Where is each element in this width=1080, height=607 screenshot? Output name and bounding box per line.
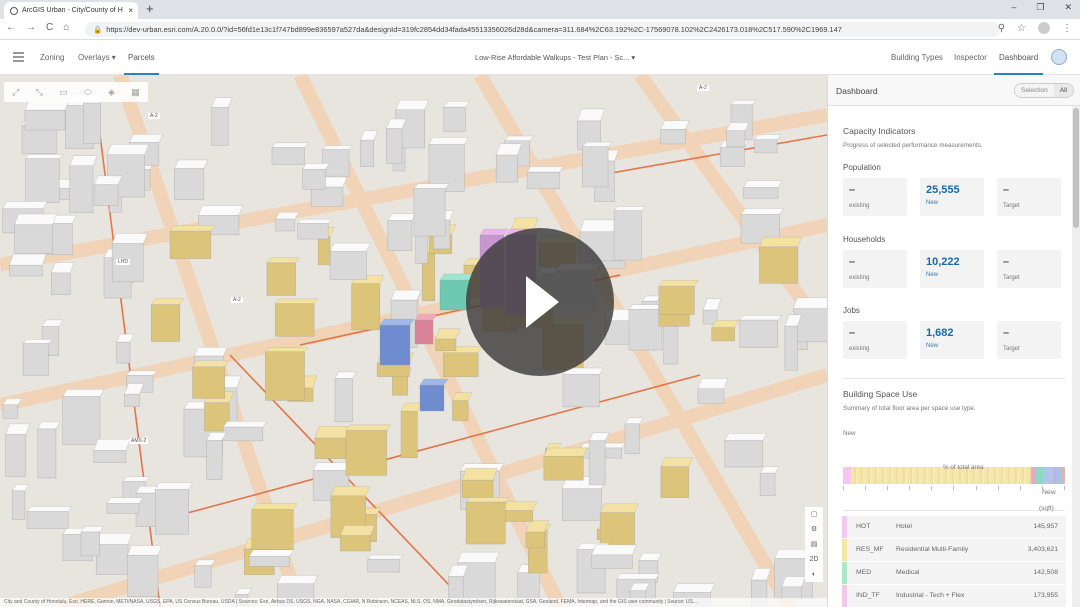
grid-select-icon[interactable]: ▦ <box>131 87 140 98</box>
tab-dashboard[interactable]: Dashboard <box>994 40 1044 75</box>
tab-close-icon[interactable]: × <box>128 6 133 15</box>
scene-view[interactable]: ⤢ ⤡ ▭ ⬭ ◈ ▦ A-2 LHD A-2 AMX-2 A-2 ▢ ⚙ ▤ … <box>0 75 827 607</box>
bar-axis-label: % of total area <box>943 464 984 471</box>
selection-option[interactable]: Selection <box>1015 84 1054 97</box>
nav-buttons: ← → C ⌂ <box>6 22 69 33</box>
bar-label: New <box>843 430 856 437</box>
browser-tab[interactable]: ArcGIS Urban - City/County of H × <box>4 2 138 19</box>
divider <box>843 510 1065 511</box>
compass-icon[interactable]: ◐ <box>805 567 823 582</box>
capacity-title: Capacity Indicators <box>843 126 916 136</box>
divider <box>843 378 1065 379</box>
tab-parcels[interactable]: Parcels <box>124 40 159 75</box>
new-tab-button[interactable]: + <box>146 1 154 16</box>
maximize-icon[interactable]: ❐ <box>1036 2 1044 13</box>
metric-new: 10,222 New <box>920 250 984 288</box>
space-use-title: Building Space Use <box>843 389 918 399</box>
capacity-subtitle: Progress of selected performance measure… <box>843 142 983 149</box>
profile-icon[interactable] <box>1038 22 1050 34</box>
metric-target: – Target <box>997 250 1061 288</box>
zone-label: A-2 <box>697 85 709 91</box>
browser-actions: ⚲ ☆ ⋮ <box>998 22 1072 34</box>
lock-icon: 🔒 <box>93 25 103 34</box>
metric-new: 25,555 New <box>920 178 984 216</box>
lasso-select-icon[interactable]: ⬭ <box>84 87 92 98</box>
hamburger-menu-icon[interactable] <box>13 52 24 64</box>
view-2d-toggle[interactable]: 2D <box>805 552 823 567</box>
map-toolbar: ⤢ ⤡ ▭ ⬭ ◈ ▦ <box>4 82 148 102</box>
panel-title: Dashboard <box>836 86 878 96</box>
browser-tab-strip: ArcGIS Urban - City/County of H × + – ❐ … <box>0 0 1080 19</box>
metric-target: – Target <box>997 321 1061 359</box>
forward-icon[interactable]: → <box>26 22 36 33</box>
bar-ticks <box>843 486 1065 490</box>
table-row[interactable]: MED Medical 142,508 <box>842 562 1066 584</box>
settings-icon[interactable]: ⚙ <box>805 522 823 537</box>
zoom-icon[interactable]: ⚲ <box>998 23 1005 34</box>
dashboard-panel: Dashboard Selection All Capacity Indicat… <box>827 75 1080 607</box>
url-input[interactable]: 🔒 https://dev-urban.esri.com/A.20.0.0/?id… <box>85 22 1000 37</box>
zone-label: LHD <box>116 259 131 265</box>
collapse-icon[interactable]: ⤡ <box>36 87 43 98</box>
zone-label: A-2 <box>148 113 160 119</box>
globe-icon <box>10 6 18 15</box>
space-use-subtitle: Summary of total floor area per space us… <box>843 405 976 412</box>
avatar[interactable] <box>1051 49 1067 65</box>
panel-scrollbar[interactable] <box>1072 106 1080 607</box>
panel-content: Capacity Indicators Progress of selected… <box>828 106 1073 607</box>
layers-icon[interactable]: ▤ <box>805 537 823 552</box>
selection-toggle: Selection All <box>1014 83 1074 98</box>
metric-existing: – existing <box>843 178 907 216</box>
reload-icon[interactable]: C <box>46 22 53 33</box>
rectangle-select-icon[interactable]: ▭ <box>59 87 68 98</box>
table-new-header: New <box>1042 489 1056 496</box>
tab-inspector[interactable]: Inspector <box>954 40 987 75</box>
metric-target: – Target <box>997 178 1061 216</box>
metric-label: Jobs <box>843 306 860 315</box>
tab-building-types[interactable]: Building Types <box>891 40 943 75</box>
back-icon[interactable]: ← <box>6 22 16 33</box>
window-controls: – ❐ ✕ <box>1011 2 1072 13</box>
star-icon[interactable]: ☆ <box>1017 23 1026 34</box>
table-row[interactable]: RES_MF Residential Multi-Family 3,403,621 <box>842 539 1066 561</box>
tab-title: ArcGIS Urban - City/County of H <box>22 7 123 14</box>
table-unit-header: (sqft) <box>1039 505 1054 512</box>
expand-icon[interactable]: ⤢ <box>12 87 19 98</box>
table-row[interactable]: HOT Hotel 145,957 <box>842 516 1066 538</box>
table-row[interactable]: IND_TF Industrial - Tech + Flex 173,955 <box>842 585 1066 607</box>
point-select-icon[interactable]: ◈ <box>108 87 115 98</box>
play-button-icon[interactable] <box>466 228 614 376</box>
scene-controls: ▢ ⚙ ▤ 2D ◐ <box>805 507 823 582</box>
map-attribution: City and County of Honolulu, Esri, HERE,… <box>0 598 827 607</box>
scenario-selector[interactable]: Low-Rise Affordable Walkups - Test Plan … <box>475 40 635 75</box>
address-bar-row: ← → C ⌂ 🔒 https://dev-urban.esri.com/A.20… <box>0 19 1080 40</box>
metric-existing: – existing <box>843 321 907 359</box>
panel-header: Dashboard Selection All <box>828 75 1080 106</box>
tab-zoning[interactable]: Zoning <box>40 40 64 75</box>
zone-label: A-2 <box>231 297 243 303</box>
metric-label: Households <box>843 235 886 244</box>
tab-overlays[interactable]: Overlays ▾ <box>78 40 116 75</box>
app-header: Zoning Overlays ▾ Parcels Low-Rise Affor… <box>0 40 1080 75</box>
minimize-icon[interactable]: – <box>1011 2 1016 13</box>
city-scene <box>0 75 827 607</box>
all-option[interactable]: All <box>1053 84 1073 97</box>
browser-menu-icon[interactable]: ⋮ <box>1062 23 1072 34</box>
url-text: https://dev-urban.esri.com/A.20.0.0/?id=… <box>106 25 842 34</box>
home-icon[interactable]: ⌂ <box>63 22 69 33</box>
close-window-icon[interactable]: ✕ <box>1064 2 1072 13</box>
metric-label: Population <box>843 163 881 172</box>
frame-icon[interactable]: ▢ <box>805 507 823 522</box>
metric-existing: – existing <box>843 250 907 288</box>
metric-new: 1,682 New <box>920 321 984 359</box>
zone-label: AMX-2 <box>129 438 149 444</box>
